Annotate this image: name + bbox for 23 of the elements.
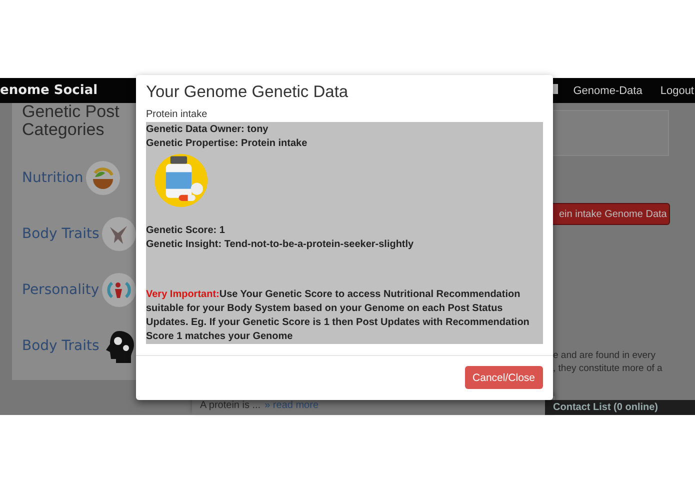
cancel-button[interactable]: Cancel/Close [464,366,543,389]
post-text: e and are found in every [553,349,656,362]
nav-link[interactable]: Genome-Data [573,84,642,96]
sidebar-heading: Genetic Post Categories [21,103,120,139]
bird-icon [102,217,136,251]
modal-subtitle: Protein intake [146,109,208,121]
bowl-leaf-icon [86,161,120,195]
post-text: , they constitute more of a [553,362,664,375]
genome-data-button[interactable]: ein intake Genome Data [553,203,670,225]
category-link[interactable]: Body Traits [22,226,100,242]
owner-text: Genetic Data Owner: tony [146,123,270,137]
people-icon [102,273,136,307]
notice-text: Very Important:Use Your Genetic Score to access Nutritional Recommendation suitable for your Body System based on your Genome on each Post Status Updates. Eg. If your Genetic Score is 1 then Post Updates with Recommendation Score 1 matches your Genome [146,288,530,344]
category-link[interactable]: Personality [22,282,100,298]
score-text: Genetic Score: 1 [146,224,226,238]
insight-text: Genetic Insight: Tend-not-to-be-a-protein-seeker-slightly [146,238,415,252]
modal-title: Your Genome Genetic Data [146,82,348,102]
property-text: Genetic Propertise: Protein intake [146,137,308,151]
nav-link[interactable]: Logout [660,84,694,96]
category-link[interactable]: Body Traits [22,338,100,354]
category-link[interactable]: Nutrition [22,170,84,186]
brand-logo[interactable]: enome Social [0,83,98,98]
contact-list-bar[interactable]: Contact List (0 online) [545,400,695,415]
